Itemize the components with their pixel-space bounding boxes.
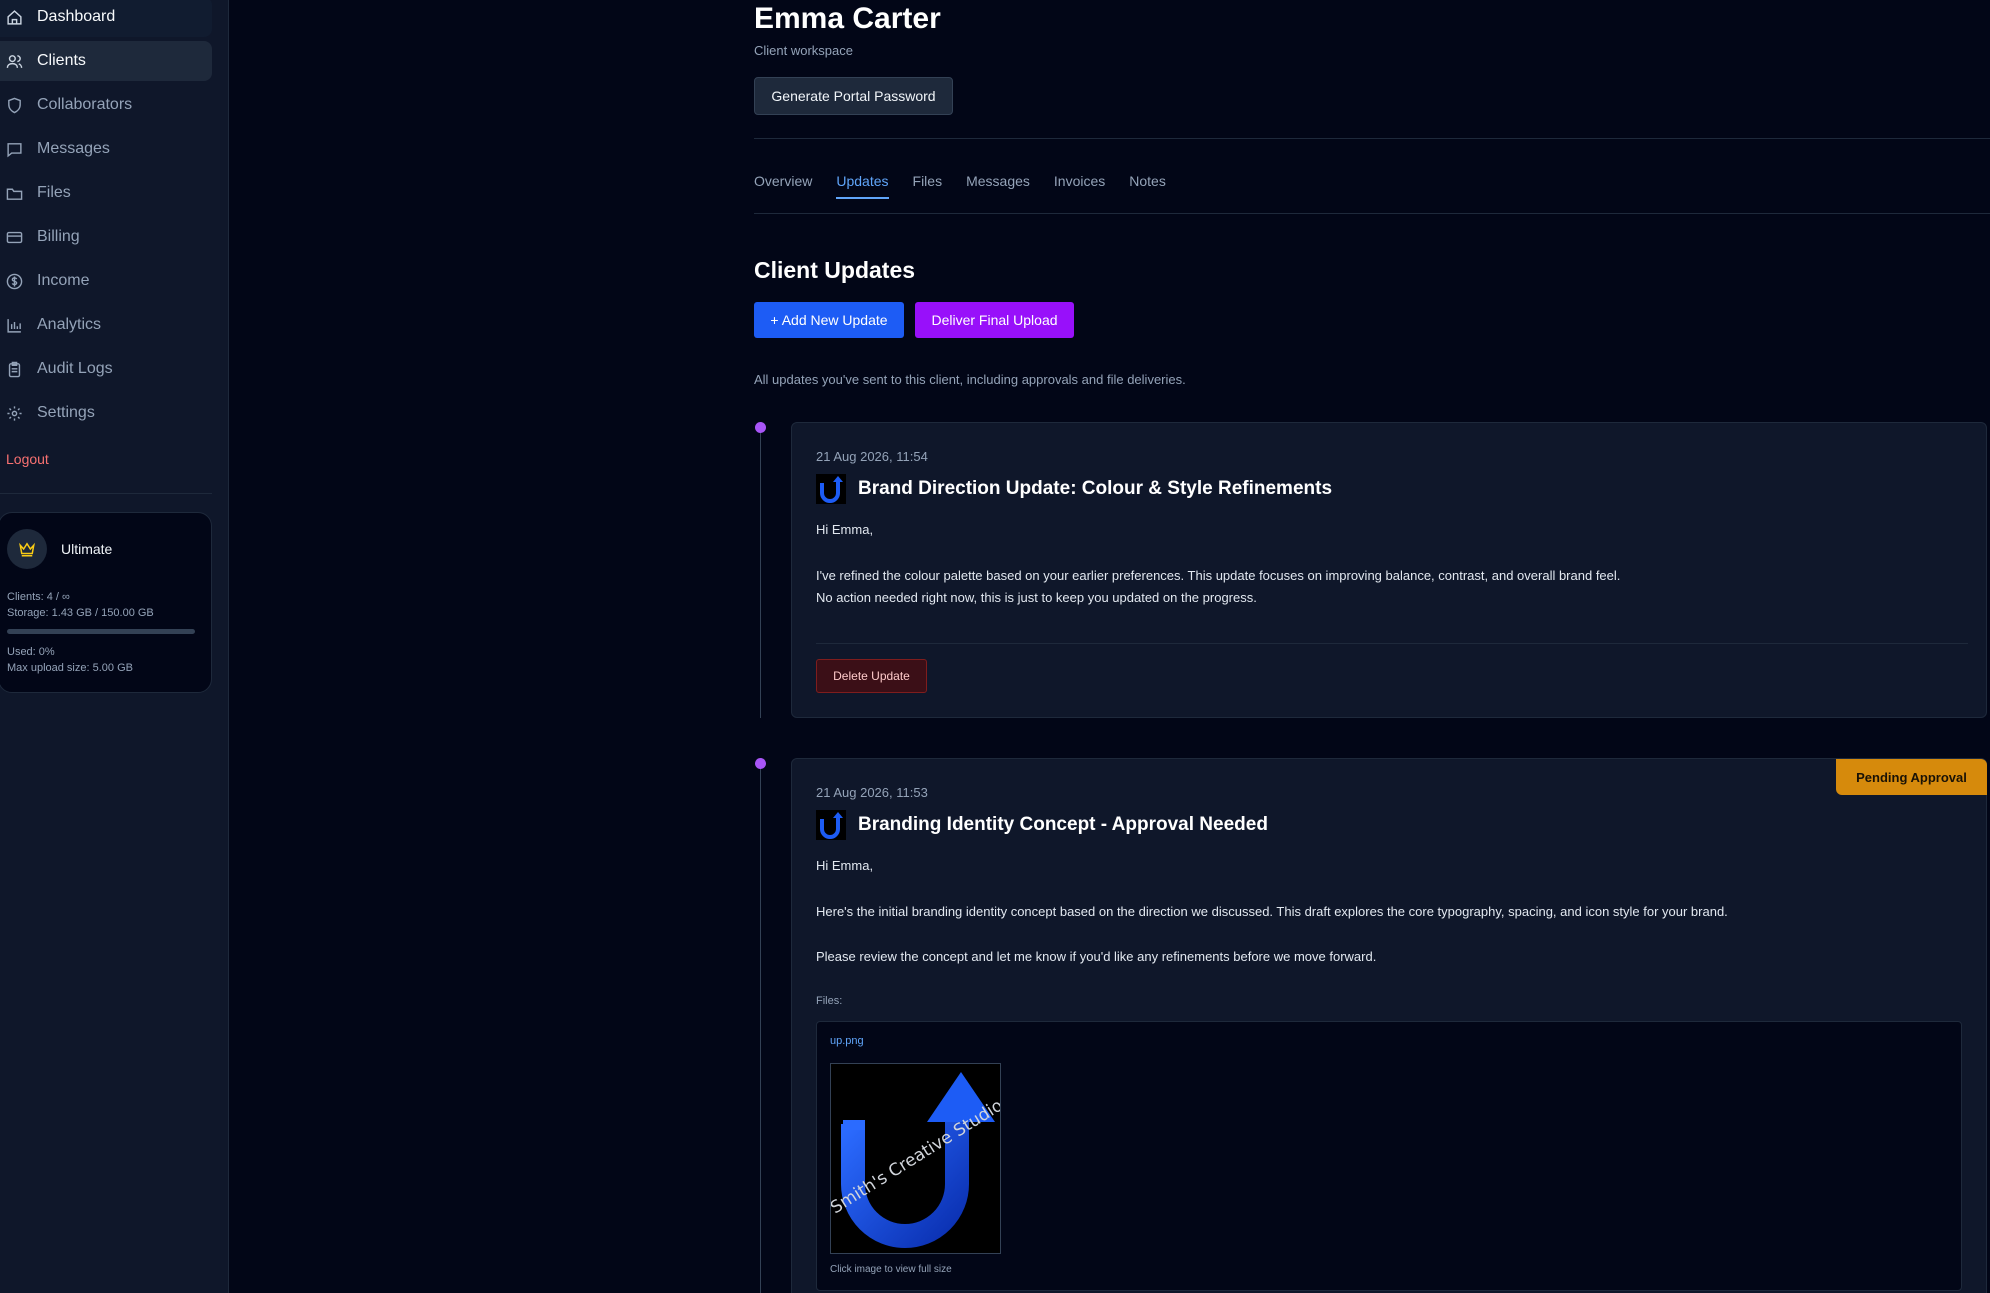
home-icon xyxy=(7,9,22,25)
timeline-dot xyxy=(755,422,766,433)
avatar xyxy=(7,529,47,569)
dollar-icon xyxy=(6,273,23,289)
update-body: Please review the concept and let me kno… xyxy=(816,949,1377,964)
update-title: Branding Identity Concept - Approval Nee… xyxy=(816,810,1268,840)
clipboard-icon xyxy=(8,361,21,377)
tab-messages[interactable]: Messages xyxy=(966,173,1030,199)
tab-files[interactable]: Files xyxy=(913,173,943,199)
credit-card-icon xyxy=(6,231,23,243)
crown-icon xyxy=(19,542,35,557)
deliver-final-upload-button[interactable]: Deliver Final Upload xyxy=(915,302,1074,338)
status-badge: Pending Approval xyxy=(1836,759,1987,795)
sidebar-item-clients[interactable]: Clients xyxy=(0,41,212,81)
sidebar-divider xyxy=(0,493,212,494)
section-intro: All updates you've sent to this client, … xyxy=(754,372,1186,387)
plan-name: Ultimate xyxy=(61,541,113,557)
sidebar-item-billing[interactable]: Billing xyxy=(0,217,212,257)
sidebar-item-income[interactable]: Income xyxy=(0,261,212,301)
card-divider xyxy=(816,643,1968,644)
sidebar-item-messages[interactable]: Messages xyxy=(0,129,212,169)
sidebar-item-files[interactable]: Files xyxy=(0,173,212,213)
update-card: Pending Approval 21 Aug 2026, 11:53 Bran… xyxy=(791,758,1987,1293)
timeline-line xyxy=(760,762,761,1293)
shield-icon xyxy=(8,97,21,113)
update-card: 21 Aug 2026, 11:54 Brand Direction Updat… xyxy=(791,422,1987,718)
generate-portal-password-button[interactable]: Generate Portal Password xyxy=(754,77,953,115)
sidebar: Dashboard Clients Collaborators Messages… xyxy=(0,0,229,1293)
tabs-divider xyxy=(754,213,1990,214)
message-icon xyxy=(7,142,22,157)
tab-updates[interactable]: Updates xyxy=(836,173,889,199)
storage-progress-bar xyxy=(7,629,195,634)
attachment-thumbnail[interactable]: Smith's Creative Studio xyxy=(830,1063,1001,1254)
update-greeting: Hi Emma, xyxy=(816,522,874,537)
plan-storage: Storage: 1.43 GB / 150.00 GB xyxy=(7,607,154,619)
tab-invoices[interactable]: Invoices xyxy=(1054,173,1105,199)
tab-bar: Overview Updates Files Messages Invoices… xyxy=(754,173,1166,199)
update-body: I've refined the colour palette based on… xyxy=(816,568,1621,583)
sidebar-item-settings[interactable]: Settings xyxy=(0,393,212,433)
sidebar-item-collaborators[interactable]: Collaborators xyxy=(0,85,212,125)
sidebar-item-dashboard[interactable]: Dashboard xyxy=(0,0,212,37)
timeline-line xyxy=(760,428,761,718)
header-divider xyxy=(754,138,1990,139)
sidebar-item-audit-logs[interactable]: Audit Logs xyxy=(0,349,212,389)
gear-icon xyxy=(7,405,22,421)
timeline-dot xyxy=(755,758,766,769)
file-link[interactable]: up.png xyxy=(830,1035,864,1047)
tab-overview[interactable]: Overview xyxy=(754,173,812,199)
studio-logo-icon xyxy=(816,474,846,504)
folder-icon xyxy=(6,188,23,200)
update-date: 21 Aug 2026, 11:54 xyxy=(816,449,928,464)
update-title: Brand Direction Update: Colour & Style R… xyxy=(816,474,1332,504)
studio-logo-image: Smith's Creative Studio xyxy=(831,1064,1000,1253)
files-label: Files: xyxy=(816,995,843,1007)
add-new-update-button[interactable]: + Add New Update xyxy=(754,302,904,338)
update-body: Here's the initial branding identity con… xyxy=(816,904,1728,919)
delete-update-button[interactable]: Delete Update xyxy=(816,659,927,693)
plan-card: Ultimate Clients: 4 / ∞ Storage: 1.43 GB… xyxy=(0,512,212,693)
tab-notes[interactable]: Notes xyxy=(1129,173,1166,199)
page-subtitle: Client workspace xyxy=(754,43,853,58)
attachment-box: up.png Smith's Creative Studio Click ima… xyxy=(816,1021,1962,1291)
update-body: No action needed right now, this is just… xyxy=(816,590,1257,605)
page-title: Emma Carter xyxy=(754,2,941,35)
bar-chart-icon xyxy=(7,318,21,333)
plan-max-upload: Max upload size: 5.00 GB xyxy=(7,662,133,674)
sidebar-item-analytics[interactable]: Analytics xyxy=(0,305,212,345)
plan-used: Used: 0% xyxy=(7,646,55,658)
plan-clients: Clients: 4 / ∞ xyxy=(7,591,70,603)
thumbnail-caption: Click image to view full size xyxy=(830,1264,952,1275)
update-date: 21 Aug 2026, 11:53 xyxy=(816,785,928,800)
update-greeting: Hi Emma, xyxy=(816,858,874,873)
section-title: Client Updates xyxy=(754,257,916,283)
logout-link[interactable]: Logout xyxy=(6,451,49,467)
users-icon xyxy=(6,54,23,68)
studio-logo-icon xyxy=(816,810,846,840)
